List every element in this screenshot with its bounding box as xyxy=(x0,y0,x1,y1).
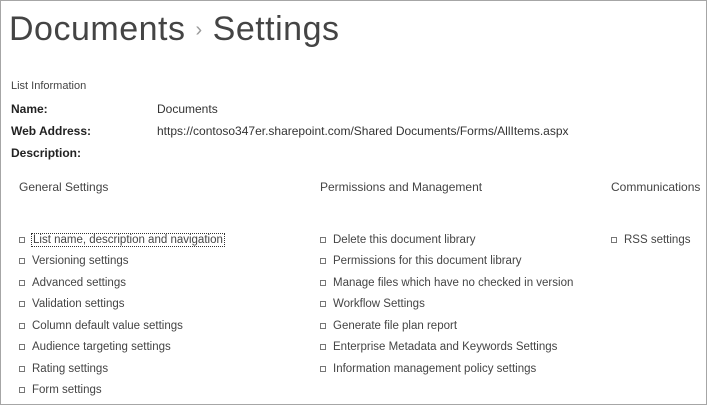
general-settings-heading: General Settings xyxy=(19,180,109,194)
permissions-management-heading: Permissions and Management xyxy=(320,180,483,194)
name-value: Documents xyxy=(157,102,218,116)
list-item: Manage files which have no checked in ve… xyxy=(320,272,573,294)
list-item: Column default value settings xyxy=(19,315,224,337)
list-item: Audience targeting settings xyxy=(19,337,224,359)
list-item: Validation settings xyxy=(19,294,224,316)
link-manage-files-no-checked-in-version[interactable]: Manage files which have no checked in ve… xyxy=(333,277,573,289)
list-item: Workflow Settings xyxy=(320,294,573,316)
link-delete-document-library[interactable]: Delete this document library xyxy=(333,234,476,246)
link-list-name-description-navigation[interactable]: List name, description and navigation xyxy=(31,232,225,247)
link-generate-file-plan-report[interactable]: Generate file plan report xyxy=(333,320,457,332)
link-enterprise-metadata-keywords-settings[interactable]: Enterprise Metadata and Keywords Setting… xyxy=(333,341,557,353)
bullet-icon xyxy=(19,301,25,308)
list-item: RSS settings xyxy=(611,229,690,251)
list-item: List name, description and navigation xyxy=(19,229,225,251)
link-audience-targeting-settings[interactable]: Audience targeting settings xyxy=(32,341,171,353)
list-item: Enterprise Metadata and Keywords Setting… xyxy=(320,337,573,359)
link-rating-settings[interactable]: Rating settings xyxy=(32,363,108,375)
list-item: Delete this document library xyxy=(320,229,573,251)
list-item: Form settings xyxy=(19,380,224,402)
list-item: Rating settings xyxy=(19,358,224,380)
list-item: Permissions for this document library xyxy=(320,251,573,273)
link-rss-settings[interactable]: RSS settings xyxy=(624,234,690,246)
name-label: Name: xyxy=(11,102,48,116)
web-address-label: Web Address: xyxy=(11,124,92,138)
bullet-icon xyxy=(19,387,25,394)
link-column-default-value-settings[interactable]: Column default value settings xyxy=(32,320,183,332)
breadcrumb-documents[interactable]: Documents xyxy=(9,10,185,48)
bullet-icon xyxy=(19,236,25,243)
bullet-icon xyxy=(320,236,326,243)
bullet-icon xyxy=(320,258,326,265)
bullet-icon xyxy=(19,344,25,351)
bullet-icon xyxy=(320,365,326,372)
list-item: Information management policy settings xyxy=(320,358,573,380)
page-title: Documents › Settings xyxy=(9,10,340,49)
breadcrumb-separator-icon: › xyxy=(195,19,203,41)
link-advanced-settings[interactable]: Advanced settings xyxy=(32,277,126,289)
general-settings-list: List name, description and navigation Ve… xyxy=(19,229,225,402)
list-item: Generate file plan report xyxy=(320,315,573,337)
link-workflow-settings[interactable]: Workflow Settings xyxy=(333,298,425,310)
link-validation-settings[interactable]: Validation settings xyxy=(32,298,124,310)
list-item: Versioning settings xyxy=(19,251,224,273)
bullet-icon xyxy=(19,258,25,265)
link-information-management-policy-settings[interactable]: Information management policy settings xyxy=(333,363,536,375)
permissions-management-list: Delete this document library Permissions… xyxy=(320,229,573,380)
link-form-settings[interactable]: Form settings xyxy=(32,384,102,396)
description-label: Description: xyxy=(11,146,82,160)
bullet-icon xyxy=(19,322,25,329)
link-versioning-settings[interactable]: Versioning settings xyxy=(32,255,129,267)
list-item: Advanced settings xyxy=(19,272,224,294)
bullet-icon xyxy=(320,344,326,351)
bullet-icon xyxy=(320,279,326,286)
bullet-icon xyxy=(19,365,25,372)
bullet-icon xyxy=(611,236,617,243)
bullet-icon xyxy=(320,322,326,329)
list-information-heading: List Information xyxy=(11,80,87,92)
bullet-icon xyxy=(320,301,326,308)
web-address-value: https://contoso347er.sharepoint.com/Shar… xyxy=(157,124,569,138)
link-permissions-document-library[interactable]: Permissions for this document library xyxy=(333,255,522,267)
bullet-icon xyxy=(19,279,25,286)
breadcrumb-settings: Settings xyxy=(212,10,340,48)
communications-heading: Communications xyxy=(611,180,701,194)
communications-list: RSS settings xyxy=(611,229,690,251)
